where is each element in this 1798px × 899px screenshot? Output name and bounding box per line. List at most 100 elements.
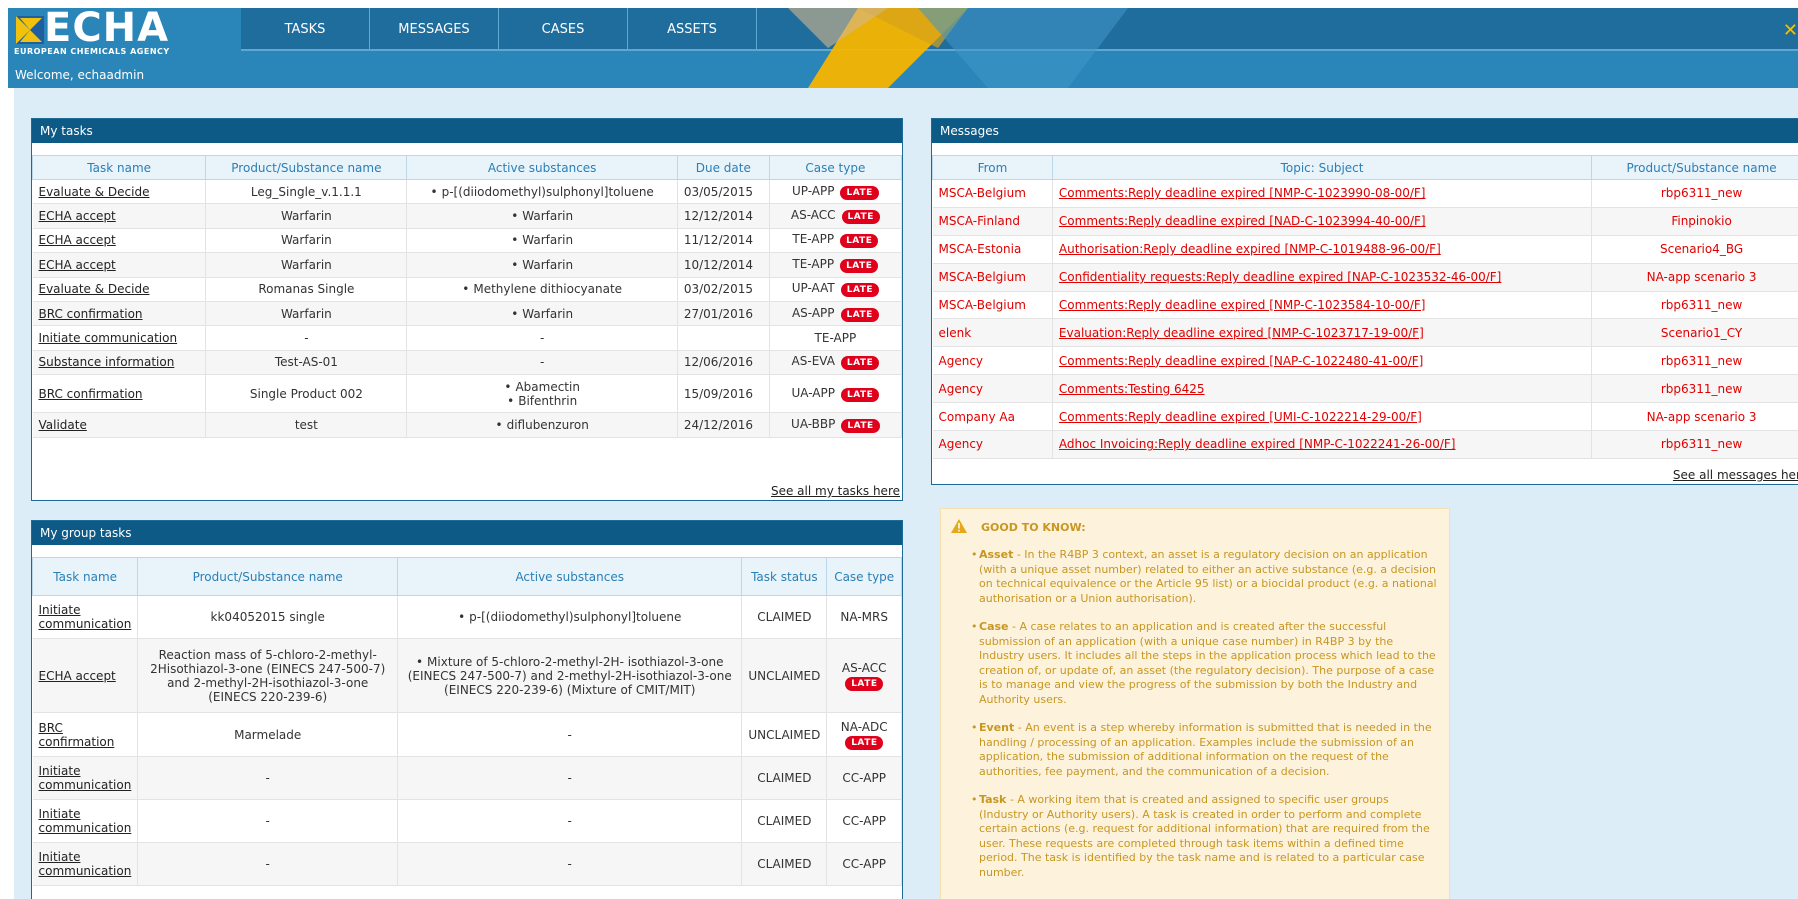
table-row[interactable]: MSCA-Belgium Comments:Reply deadline expi… [932,179,1798,208]
nav-tasks[interactable]: TASKS [241,8,370,51]
message-link[interactable]: Comments:Reply deadline expired [NMP-C-1… [1059,186,1426,200]
active-substances-cell: - [406,350,678,376]
task-link[interactable]: BRC confirmation [39,307,143,321]
table-row[interactable]: ECHA accept Warfarin • Warfarin 11/12/2014 TE… [32,228,903,254]
panel-title: My group tasks [32,521,902,545]
col-task-name[interactable]: Task name [31,155,207,180]
case-type: CC-APP [842,814,886,828]
task-link[interactable]: Validate [39,418,87,432]
table-row[interactable]: MSCA-Estonia Authorisation:Reply deadline… [932,235,1798,264]
case-type-cell: TE-APP [769,325,903,351]
col-status[interactable]: Task status [741,557,828,596]
table-row[interactable]: ECHA accept Reaction mass of 5-chloro-2-m… [32,638,902,713]
table-row[interactable]: ECHA accept Warfarin • Warfarin 10/12/2014 TE… [32,252,903,278]
col-subject[interactable]: Topic: Subject [1051,155,1593,180]
table-row[interactable]: Initiate communication kk04052015 single •… [32,595,902,639]
col-case[interactable]: Case type [768,155,903,180]
task-link[interactable]: ECHA accept [39,209,116,223]
nav-assets[interactable]: ASSETS [628,8,757,51]
table-row[interactable]: elenk Evaluation:Reply deadline expired [… [932,318,1798,348]
table-row[interactable]: Initiate communication - - CLAIMED CC-APP [32,799,902,843]
message-link[interactable]: Comments:Reply deadline expired [NAP-C-1… [1059,354,1423,368]
from-cell: MSCA-Belgium [932,179,1053,208]
task-link[interactable]: Evaluate & Decide [39,282,150,296]
late-badge: LATE [845,676,884,691]
message-link[interactable]: Confidentiality requests:Reply deadline … [1059,270,1501,284]
task-link[interactable]: Initiate communication [39,807,132,835]
bullet: • [507,393,515,408]
table-row[interactable]: Substance information Test-AS-01 - 12/06/20… [32,350,903,376]
case-type-cell: TE-APP LATE [769,252,903,278]
from-cell: MSCA-Finland [932,207,1053,236]
product-cell: Marmelade [137,712,399,757]
dashboard: My tasks Task name Product/Substance nam… [14,88,1798,899]
message-link[interactable]: Comments:Reply deadline expired [NMP-C-1… [1059,298,1426,312]
group-tasks-table: Task name Product/Substance name Active … [32,557,902,886]
table-row[interactable]: Initiate communication - - CLAIMED CC-APP [32,756,902,800]
table-row[interactable]: Evaluate & Decide Romanas Single • Methylen… [32,277,903,302]
table-row[interactable]: Agency Comments:Reply deadline expired [N… [932,346,1798,376]
col-active[interactable]: Active substances [397,557,743,596]
col-product[interactable]: Product/Substance name [205,155,408,180]
task-link[interactable]: ECHA accept [39,233,116,247]
nav-messages[interactable]: MESSAGES [370,8,499,51]
col-from[interactable]: From [932,155,1053,180]
from-cell: MSCA-Estonia [932,235,1053,264]
task-link[interactable]: Initiate communication [39,331,178,345]
warning-icon [951,519,967,533]
message-link[interactable]: Adhoc Invoicing:Reply deadline expired [… [1059,437,1456,451]
table-row[interactable]: Company Aa Comments:Reply deadline expire… [932,402,1798,432]
col-product[interactable]: Product/Substance name [1591,155,1798,180]
echa-logo[interactable]: ECHA EUROPEAN CHEMICALS AGENCY [14,8,189,60]
col-task-name[interactable]: Task name [32,557,139,596]
task-link[interactable]: Initiate communication [39,764,132,792]
message-link[interactable]: Comments:Testing 6425 [1059,382,1205,396]
col-case[interactable]: Case type [826,557,902,596]
col-active[interactable]: Active substances [406,155,678,180]
product-cell: rbp6311_new [1591,291,1798,320]
table-row[interactable]: MSCA-Belgium Comments:Reply deadline expi… [932,291,1798,320]
message-link[interactable]: Authorisation:Reply deadline expired [NM… [1059,242,1441,256]
table-row[interactable]: Initiate communication - - CLAIMED CC-APP [32,842,902,886]
task-link[interactable]: ECHA accept [39,669,116,683]
task-link[interactable]: Substance information [39,355,175,369]
table-row[interactable]: BRC confirmation Marmelade - UNCLAIMED NA-AD… [32,712,902,757]
case-type: AS-ACC [841,660,887,675]
definition: - A working item that is created and ass… [979,793,1430,879]
table-row[interactable]: Agency Comments:Testing 6425 rbp6311_new [932,374,1798,404]
case-type: CC-APP [842,771,886,785]
task-link[interactable]: BRC confirmation [39,387,143,401]
table-row[interactable]: Evaluate & Decide Leg_Single_v.1.1.1 • p-[(… [32,179,903,205]
task-link[interactable]: Evaluate & Decide [39,185,150,199]
table-row[interactable]: Agency Adhoc Invoicing:Reply deadline exp… [932,430,1798,459]
due-date-cell [677,325,770,351]
see-all-tasks-link[interactable]: See all my tasks here [771,484,900,498]
table-row[interactable]: Validate test • diflubenzuron 24/12/2016 UA-B… [32,412,903,438]
table-row[interactable]: MSCA-Finland Comments:Reply deadline expi… [932,207,1798,236]
product-cell: Leg_Single_v.1.1.1 [205,179,408,205]
task-link[interactable]: Initiate communication [39,850,132,878]
message-link[interactable]: Comments:Reply deadline expired [NAD-C-1… [1059,214,1426,228]
table-row[interactable]: ECHA accept Warfarin • Warfarin 12/12/2014 AS… [32,203,903,229]
task-link[interactable]: Initiate communication [39,603,132,631]
active-substances-cell: • Warfarin [406,252,678,278]
table-row[interactable]: Initiate communication - - TE-APP [32,325,903,351]
col-due[interactable]: Due date [676,155,770,180]
good-to-know-item: Event - An event is a step whereby infor… [971,721,1437,779]
substance-text: - [567,771,572,785]
late-badge: LATE [841,210,880,225]
definition: - In the R4BP 3 context, an asset is a r… [979,548,1437,605]
col-product[interactable]: Product/Substance name [137,557,399,596]
table-row[interactable]: MSCA-Belgium Confidentiality requests:Rep… [932,263,1798,292]
see-all-messages-link[interactable]: See all messages here [1673,468,1798,482]
task-link[interactable]: ECHA accept [39,258,116,272]
substance-text: - [567,857,572,871]
close-icon[interactable]: ✕ [1783,20,1798,41]
message-link[interactable]: Evaluation:Reply deadline expired [NMP-C… [1059,326,1424,340]
task-link[interactable]: BRC confirmation [39,721,115,749]
table-row[interactable]: BRC confirmation Single Product 002 • Abame… [32,374,903,414]
nav-cases[interactable]: CASES [499,8,628,51]
echa-flag-logo-icon [16,16,44,44]
message-link[interactable]: Comments:Reply deadline expired [UMI-C-1… [1059,410,1422,424]
table-row[interactable]: BRC confirmation Warfarin • Warfarin 27/01/2… [32,301,903,327]
